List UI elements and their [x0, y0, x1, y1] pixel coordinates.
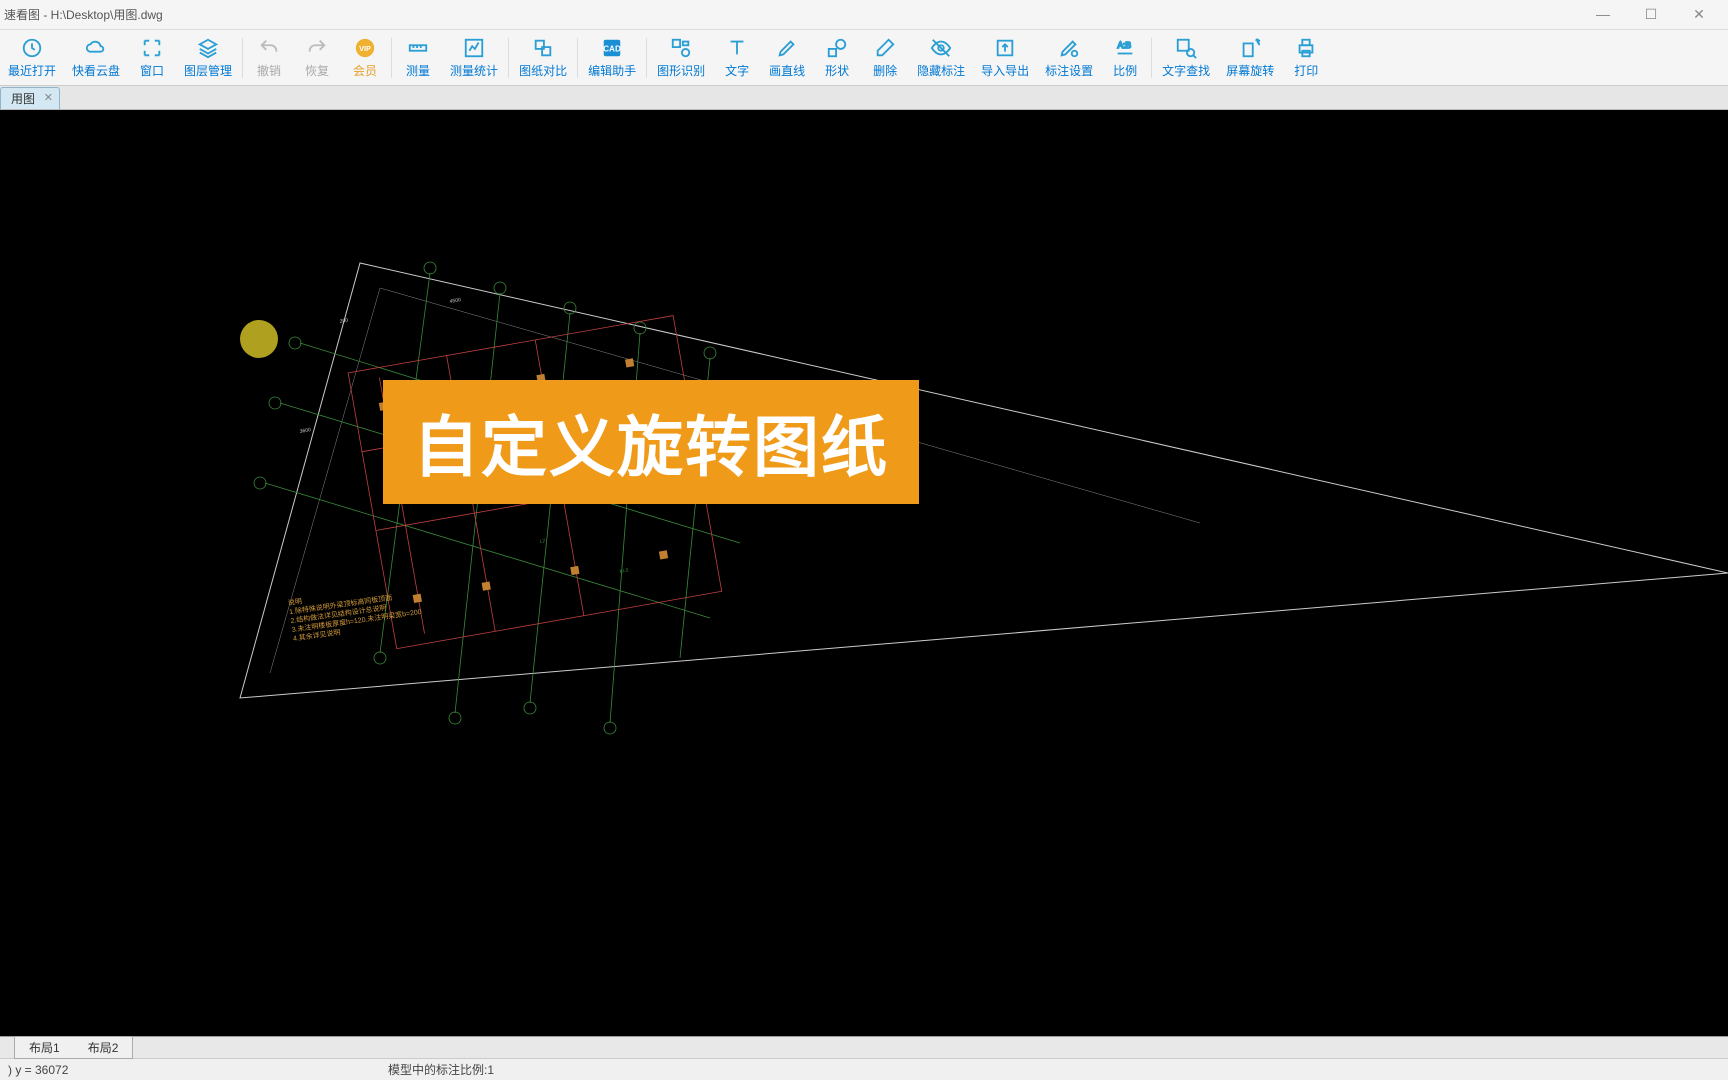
edit-helper-button[interactable]: CAD 编辑助手 [580, 30, 644, 85]
separator [1151, 38, 1152, 78]
separator [646, 38, 647, 78]
measure-stats-button[interactable]: 测量统计 [442, 30, 506, 85]
minimize-button[interactable]: — [1588, 6, 1618, 23]
delete-button[interactable]: 删除 [861, 30, 909, 85]
shapes-icon [825, 36, 849, 60]
hide-annot-button[interactable]: 隐藏标注 [909, 30, 973, 85]
layers-button[interactable]: 图层管理 [176, 30, 240, 85]
separator [508, 38, 509, 78]
fullscreen-icon [140, 36, 164, 60]
vip-icon: VIP [353, 36, 377, 60]
redo-button[interactable]: 恢复 [293, 30, 341, 85]
eraser-icon [873, 36, 897, 60]
recognition-icon [669, 36, 693, 60]
close-button[interactable]: ✕ [1684, 6, 1714, 23]
text-icon [725, 36, 749, 60]
separator [577, 38, 578, 78]
document-tabs: 用图 ✕ [0, 86, 1728, 110]
screen-rotate-button[interactable]: 屏幕旋转 [1218, 30, 1282, 85]
pencil-icon [775, 36, 799, 60]
settings-pencil-icon [1057, 36, 1081, 60]
cloud-icon [84, 36, 108, 60]
layers-icon [196, 36, 220, 60]
titlebar: 速看图 - H:\Desktop\用图.dwg — ☐ ✕ [0, 0, 1728, 30]
coordinates: ) y = 36072 [8, 1063, 208, 1077]
svg-text:KL5: KL5 [619, 567, 629, 574]
svg-text:3600: 3600 [299, 427, 311, 435]
status-bar: ) y = 36072 模型中的标注比例:1 [0, 1058, 1728, 1080]
scale-icon: A:B [1113, 36, 1137, 60]
svg-text:L2: L2 [539, 538, 546, 545]
undo-button[interactable]: 撤销 [245, 30, 293, 85]
cad-icon: CAD [600, 36, 624, 60]
text-find-button[interactable]: 文字查找 [1154, 30, 1218, 85]
rotate-icon [1238, 36, 1262, 60]
drawing-canvas[interactable]: KL1 KL2 KL3 L1 L2 KL5 200 4500 3600 说明 1… [0, 110, 1728, 1036]
search-icon [1174, 36, 1198, 60]
svg-text:CAD: CAD [603, 45, 621, 54]
svg-text:200: 200 [339, 318, 348, 325]
shape-recog-button[interactable]: 图形识别 [649, 30, 713, 85]
svg-text:VIP: VIP [359, 44, 371, 53]
sheet-tab-layout1[interactable]: 布局1 [14, 1036, 75, 1059]
print-button[interactable]: 打印 [1282, 30, 1330, 85]
compare-icon [531, 36, 555, 60]
svg-text:4500: 4500 [449, 297, 461, 305]
scale-info: 模型中的标注比例:1 [388, 1061, 494, 1078]
text-button[interactable]: 文字 [713, 30, 761, 85]
window-title: 速看图 - H:\Desktop\用图.dwg [4, 6, 163, 23]
overlay-banner: 自定义旋转图纸 [383, 380, 919, 504]
vip-button[interactable]: VIP 会员 [341, 30, 389, 85]
measure-button[interactable]: 测量 [394, 30, 442, 85]
draw-line-button[interactable]: 画直线 [761, 30, 813, 85]
tab-label: 用图 [11, 92, 35, 106]
cursor-indicator [240, 320, 278, 358]
maximize-button[interactable]: ☐ [1636, 6, 1666, 23]
tab-close-icon[interactable]: ✕ [44, 91, 53, 104]
scale-button[interactable]: A:B 比例 [1101, 30, 1149, 85]
cad-drawing: KL1 KL2 KL3 L1 L2 KL5 200 4500 3600 [0, 110, 1728, 1036]
window-controls: — ☐ ✕ [1588, 6, 1724, 23]
main-toolbar: 最近打开 快看云盘 窗口 图层管理 撤销 恢复 VIP 会员 测量 测量统计 图… [0, 30, 1728, 86]
shapes-button[interactable]: 形状 [813, 30, 861, 85]
annot-settings-button[interactable]: 标注设置 [1037, 30, 1101, 85]
redo-icon [305, 36, 329, 60]
undo-icon [257, 36, 281, 60]
import-export-icon [993, 36, 1017, 60]
sheet-tabs: 布局1 布局2 [0, 1036, 1728, 1058]
compare-button[interactable]: 图纸对比 [511, 30, 575, 85]
ruler-icon [406, 36, 430, 60]
separator [242, 38, 243, 78]
window-button[interactable]: 窗口 [128, 30, 176, 85]
clock-icon [20, 36, 44, 60]
cloud-button[interactable]: 快看云盘 [64, 30, 128, 85]
recent-open-button[interactable]: 最近打开 [0, 30, 64, 85]
separator [391, 38, 392, 78]
chart-icon [462, 36, 486, 60]
print-icon [1294, 36, 1318, 60]
import-export-button[interactable]: 导入导出 [973, 30, 1037, 85]
sheet-tab-layout2[interactable]: 布局2 [74, 1036, 134, 1059]
svg-text:A:B: A:B [1118, 41, 1132, 50]
document-tab[interactable]: 用图 ✕ [0, 87, 60, 109]
eye-off-icon [929, 36, 953, 60]
